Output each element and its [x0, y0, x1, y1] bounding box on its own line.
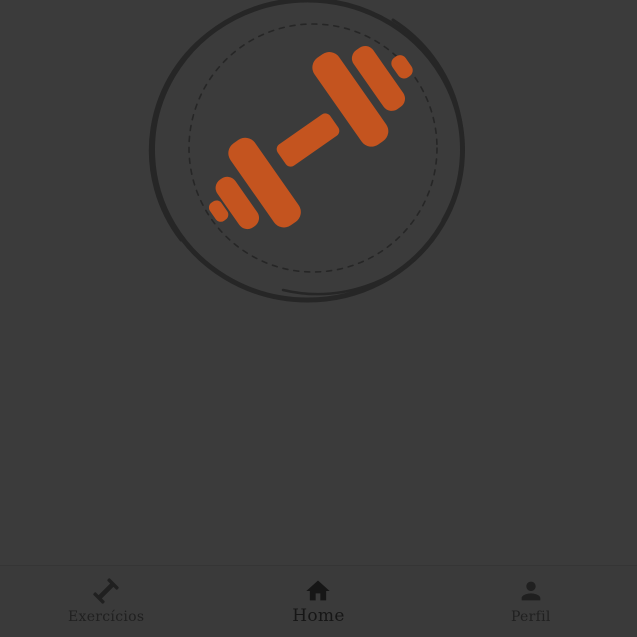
person-icon [521, 581, 541, 601]
nav-item-home[interactable]: Home [212, 566, 424, 637]
bottom-navigation: Exercícios Home Perfil [0, 565, 637, 637]
dumbbell-logo [148, 0, 465, 303]
home-icon [306, 580, 331, 601]
nav-item-perfil[interactable]: Perfil [425, 566, 637, 637]
nav-label-perfil: Perfil [510, 609, 551, 625]
home-screen: Exercícios Home Perfil [0, 0, 637, 637]
dumbbell-small-icon [93, 578, 119, 604]
nav-item-exercicios[interactable]: Exercícios [0, 566, 212, 637]
nav-label-home: Home [292, 606, 345, 626]
nav-label-exercicios: Exercícios [67, 609, 145, 625]
